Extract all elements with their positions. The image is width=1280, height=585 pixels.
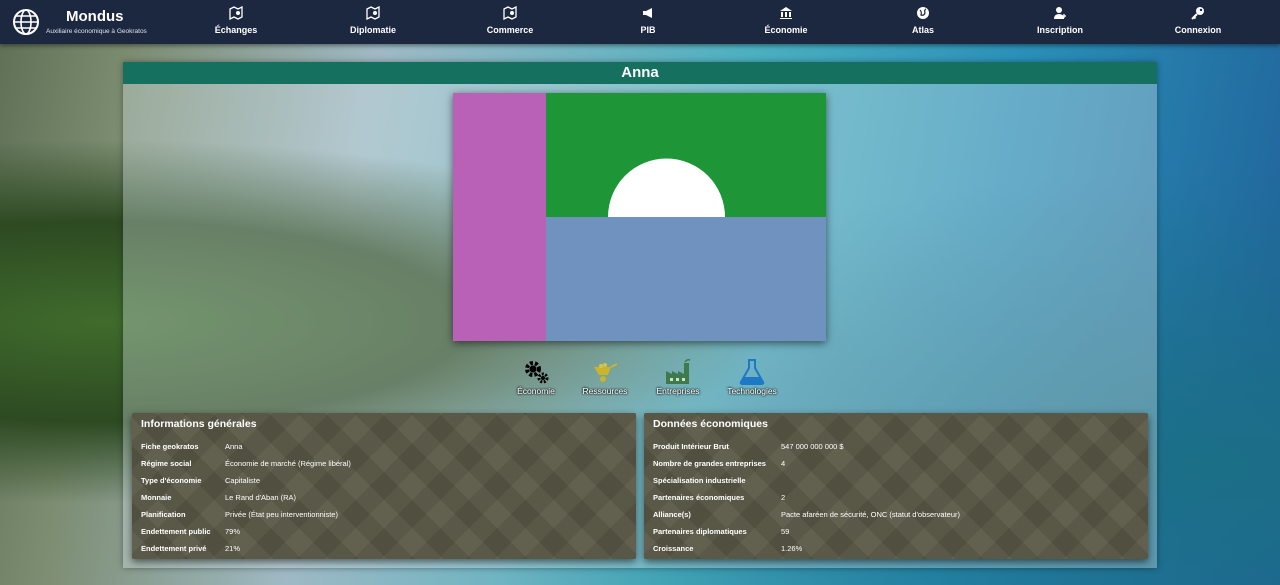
tab-technologies[interactable]: Technologies [717,358,787,396]
tab-label: Ressources [582,386,628,396]
info-key: Croissance [653,544,694,553]
info-key: Endettement privé [141,544,207,553]
info-key: Nombre de grandes entreprises [653,459,766,468]
info-value: Pacte afaréen de sécurité, ONC (statut d… [781,510,961,519]
brand-subtitle: Auxiliaire économique à Geokratos [46,28,147,35]
info-key: Type d'économie [141,476,202,485]
tab-ressources[interactable]: Ressources [570,358,640,396]
info-key: Partenaires diplomatiques [653,527,747,536]
country-flag [453,93,826,341]
tab-entreprises[interactable]: Entreprises [643,358,713,396]
info-key: Fiche geokratos [141,442,199,451]
info-value: 59 [781,527,790,536]
nav-pib[interactable]: PIB [593,6,703,35]
card-title: Données économiques [653,418,768,430]
flask-icon [717,358,787,386]
nav-label: Connexion [1174,25,1222,35]
map-exchange-icon [181,5,291,22]
general-info-card: Informations générales Fiche geokratos An… [132,413,636,559]
tab-label: Technologies [727,386,777,396]
gears-icon [501,358,571,386]
info-key: Alliance(s) [653,510,691,519]
brand-name: Mondus [66,8,124,25]
brand[interactable]: Mondus Auxiliaire économique à Geokratos [12,6,182,40]
key-icon [1143,6,1253,22]
info-value: 1.26% [781,544,803,553]
country-title: Anna [123,62,1157,84]
nav-diplomatie[interactable]: Diplomatie [318,5,428,35]
info-value: 79% [225,527,241,536]
user-add-icon [1005,6,1115,22]
nav-connexion[interactable]: Connexion [1143,6,1253,35]
info-key: Planification [141,510,186,519]
nav-label: Diplomatie [349,25,396,35]
info-value: Capitaliste [225,476,261,485]
tab-label: Économie [517,386,555,396]
nav-inscription[interactable]: Inscription [1005,6,1115,35]
factory-icon [643,358,713,386]
economic-data-card: Données économiques Produit Intérieur Br… [644,413,1148,559]
megaphone-icon [593,6,703,22]
nav-label: Échanges [214,25,258,35]
section-tabs: Économie Ressources Entreprises Technolo… [513,358,783,400]
card-title: Informations générales [141,418,257,430]
map-diplomacy-icon [318,5,428,22]
info-key: Endettement public [141,527,211,536]
info-value: 4 [781,459,786,468]
tab-economie[interactable]: Économie [501,358,571,396]
nav-echanges[interactable]: Échanges [181,5,291,35]
nav-label: PIB [640,25,656,35]
bank-icon [731,6,841,22]
info-value: 2 [781,493,786,502]
info-value: Économie de marché (Régime libéral) [225,459,351,468]
info-key: Partenaires économiques [653,493,745,502]
info-value: Le Rand d'Aban (RA) [225,493,297,502]
tab-label: Entreprises [656,386,700,396]
info-key: Produit Intérieur Brut [653,442,729,451]
nav-label: Commerce [486,25,534,35]
nav-economie[interactable]: Économie [731,6,841,35]
globe-icon [868,6,978,22]
country-panel: Anna Économie Ressources Entreprises Tec… [123,62,1157,568]
info-key: Régime social [141,459,192,468]
info-key: Spécialisation industrielle [653,476,746,485]
nav-label: Économie [764,25,808,35]
nav-commerce[interactable]: Commerce [455,5,565,35]
map-commerce-icon [455,5,565,22]
info-value: 21% [225,544,241,553]
info-value: 547 000 000 000 $ [781,442,844,451]
info-value[interactable]: Anna [225,442,243,451]
info-key: Monnaie [141,493,172,502]
wheelbarrow-icon [570,358,640,386]
info-value: Privée (État peu interventionniste) [225,510,338,519]
nav-label: Atlas [911,25,934,35]
nav-atlas[interactable]: Atlas [868,6,978,35]
nav-label: Inscription [1036,25,1083,35]
top-navbar: Mondus Auxiliaire économique à Geokratos… [0,0,1280,44]
globe-icon [13,9,39,35]
